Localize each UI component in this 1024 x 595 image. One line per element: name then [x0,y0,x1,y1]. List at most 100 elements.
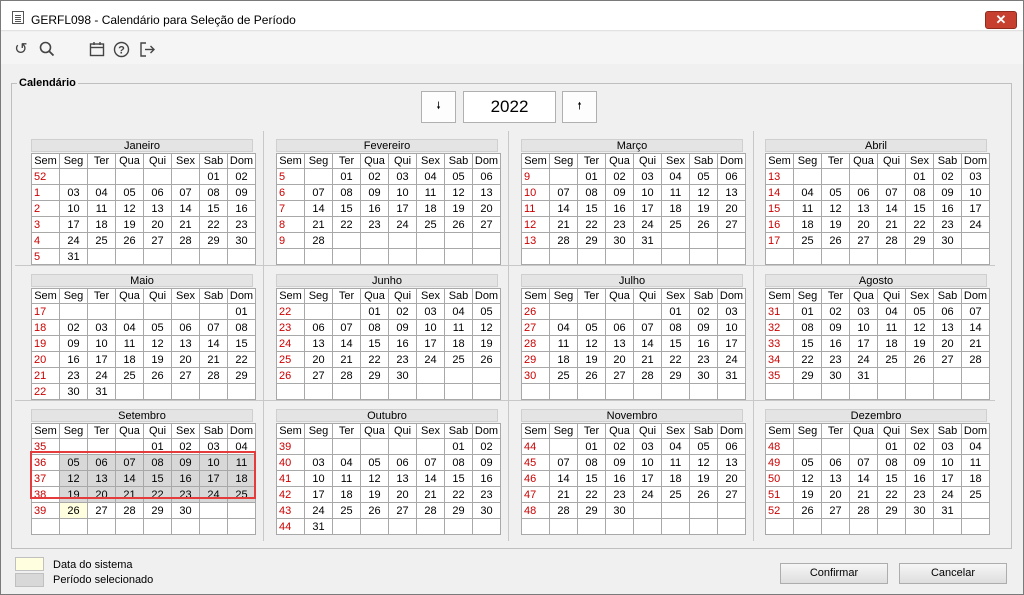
day-cell[interactable]: 31 [59,248,88,265]
help-icon[interactable]: ? [112,40,130,58]
day-cell[interactable]: 11 [416,184,445,201]
day-cell[interactable]: 09 [605,454,634,471]
day-cell[interactable]: 06 [821,454,850,471]
day-cell[interactable]: 20 [821,486,850,503]
day-cell[interactable]: 30 [605,502,634,519]
week-number[interactable]: 32 [765,319,794,336]
day-cell[interactable]: 12 [821,200,850,217]
day-cell[interactable]: 23 [388,351,417,368]
day-cell[interactable]: 04 [87,184,116,201]
day-cell[interactable]: 08 [444,454,473,471]
day-cell[interactable]: 18 [961,470,990,487]
day-cell[interactable]: 09 [388,319,417,336]
day-cell[interactable]: 14 [633,335,662,352]
day-cell[interactable]: 11 [115,335,144,352]
day-cell[interactable]: 03 [849,303,878,320]
day-cell[interactable]: 04 [115,319,144,336]
day-cell[interactable]: 28 [633,367,662,384]
day-cell[interactable]: 06 [171,319,200,336]
day-cell[interactable]: 21 [199,351,228,368]
day-cell[interactable]: 12 [472,319,501,336]
week-number[interactable]: 19 [31,335,60,352]
day-cell[interactable]: 12 [905,319,934,336]
day-cell[interactable]: 16 [360,200,389,217]
day-cell[interactable]: 25 [115,367,144,384]
day-cell[interactable]: 16 [905,470,934,487]
day-cell[interactable]: 22 [577,486,606,503]
day-cell[interactable]: 27 [605,367,634,384]
week-number[interactable]: 26 [276,367,305,384]
day-cell[interactable]: 01 [661,303,690,320]
day-cell[interactable]: 30 [171,502,200,519]
day-cell[interactable]: 28 [115,502,144,519]
day-cell[interactable]: 18 [877,335,906,352]
day-cell[interactable]: 01 [444,438,473,455]
week-number[interactable]: 8 [276,216,305,233]
day-cell[interactable]: 14 [171,200,200,217]
day-cell[interactable]: 03 [388,168,417,185]
day-cell[interactable]: 28 [332,367,361,384]
day-cell[interactable]: 05 [472,303,501,320]
day-cell[interactable]: 18 [444,335,473,352]
day-cell[interactable]: 15 [227,335,256,352]
week-number[interactable]: 10 [521,184,550,201]
day-cell[interactable]: 19 [444,200,473,217]
day-cell[interactable]: 18 [416,200,445,217]
week-number[interactable]: 13 [521,232,550,249]
week-number[interactable]: 17 [31,303,60,320]
day-cell[interactable]: 16 [689,335,718,352]
day-cell[interactable]: 14 [549,470,578,487]
day-cell[interactable]: 23 [905,486,934,503]
confirm-button[interactable]: Confirmar [780,563,888,584]
day-cell[interactable]: 27 [849,232,878,249]
day-cell[interactable]: 30 [59,383,88,400]
day-cell[interactable]: 15 [577,200,606,217]
day-cell[interactable]: 29 [793,367,822,384]
day-cell[interactable]: 31 [933,502,962,519]
day-cell[interactable]: 20 [933,335,962,352]
week-number[interactable] [521,518,550,535]
week-number[interactable]: 9 [276,232,305,249]
day-cell[interactable]: 19 [793,486,822,503]
day-cell[interactable]: 09 [360,184,389,201]
day-cell[interactable]: 19 [472,335,501,352]
day-cell[interactable]: 30 [605,232,634,249]
day-cell[interactable]: 07 [304,184,333,201]
day-cell[interactable]: 10 [633,454,662,471]
week-number[interactable]: 6 [276,184,305,201]
day-cell[interactable]: 18 [549,351,578,368]
day-cell[interactable]: 04 [793,184,822,201]
week-number[interactable]: 51 [765,486,794,503]
week-number[interactable] [276,383,305,400]
day-cell[interactable]: 17 [388,200,417,217]
day-cell[interactable]: 12 [689,454,718,471]
day-cell[interactable]: 06 [388,454,417,471]
week-number[interactable]: 48 [521,502,550,519]
day-cell[interactable]: 09 [905,454,934,471]
day-cell[interactable]: 14 [304,200,333,217]
day-cell[interactable]: 20 [472,200,501,217]
week-number[interactable] [521,383,550,400]
week-number[interactable]: 52 [31,168,60,185]
day-cell[interactable]: 02 [905,438,934,455]
day-cell[interactable]: 24 [633,216,662,233]
day-cell[interactable]: 13 [933,319,962,336]
day-cell[interactable]: 26 [689,486,718,503]
day-cell[interactable]: 11 [332,470,361,487]
day-cell[interactable]: 10 [87,335,116,352]
day-cell[interactable]: 26 [444,216,473,233]
day-cell[interactable]: 08 [877,454,906,471]
day-cell[interactable]: 20 [717,470,746,487]
day-cell[interactable]: 04 [877,303,906,320]
day-cell[interactable]: 25 [416,216,445,233]
week-number[interactable]: 4 [31,232,60,249]
day-cell[interactable]: 02 [605,168,634,185]
day-cell[interactable]: 08 [577,184,606,201]
day-cell[interactable]: 07 [199,319,228,336]
day-cell[interactable]: 23 [689,351,718,368]
day-cell[interactable]: 20 [143,216,172,233]
day-cell[interactable]: 18 [793,216,822,233]
week-number[interactable]: 29 [521,351,550,368]
day-cell[interactable]: 24 [87,367,116,384]
day-cell[interactable]: 31 [304,518,333,535]
